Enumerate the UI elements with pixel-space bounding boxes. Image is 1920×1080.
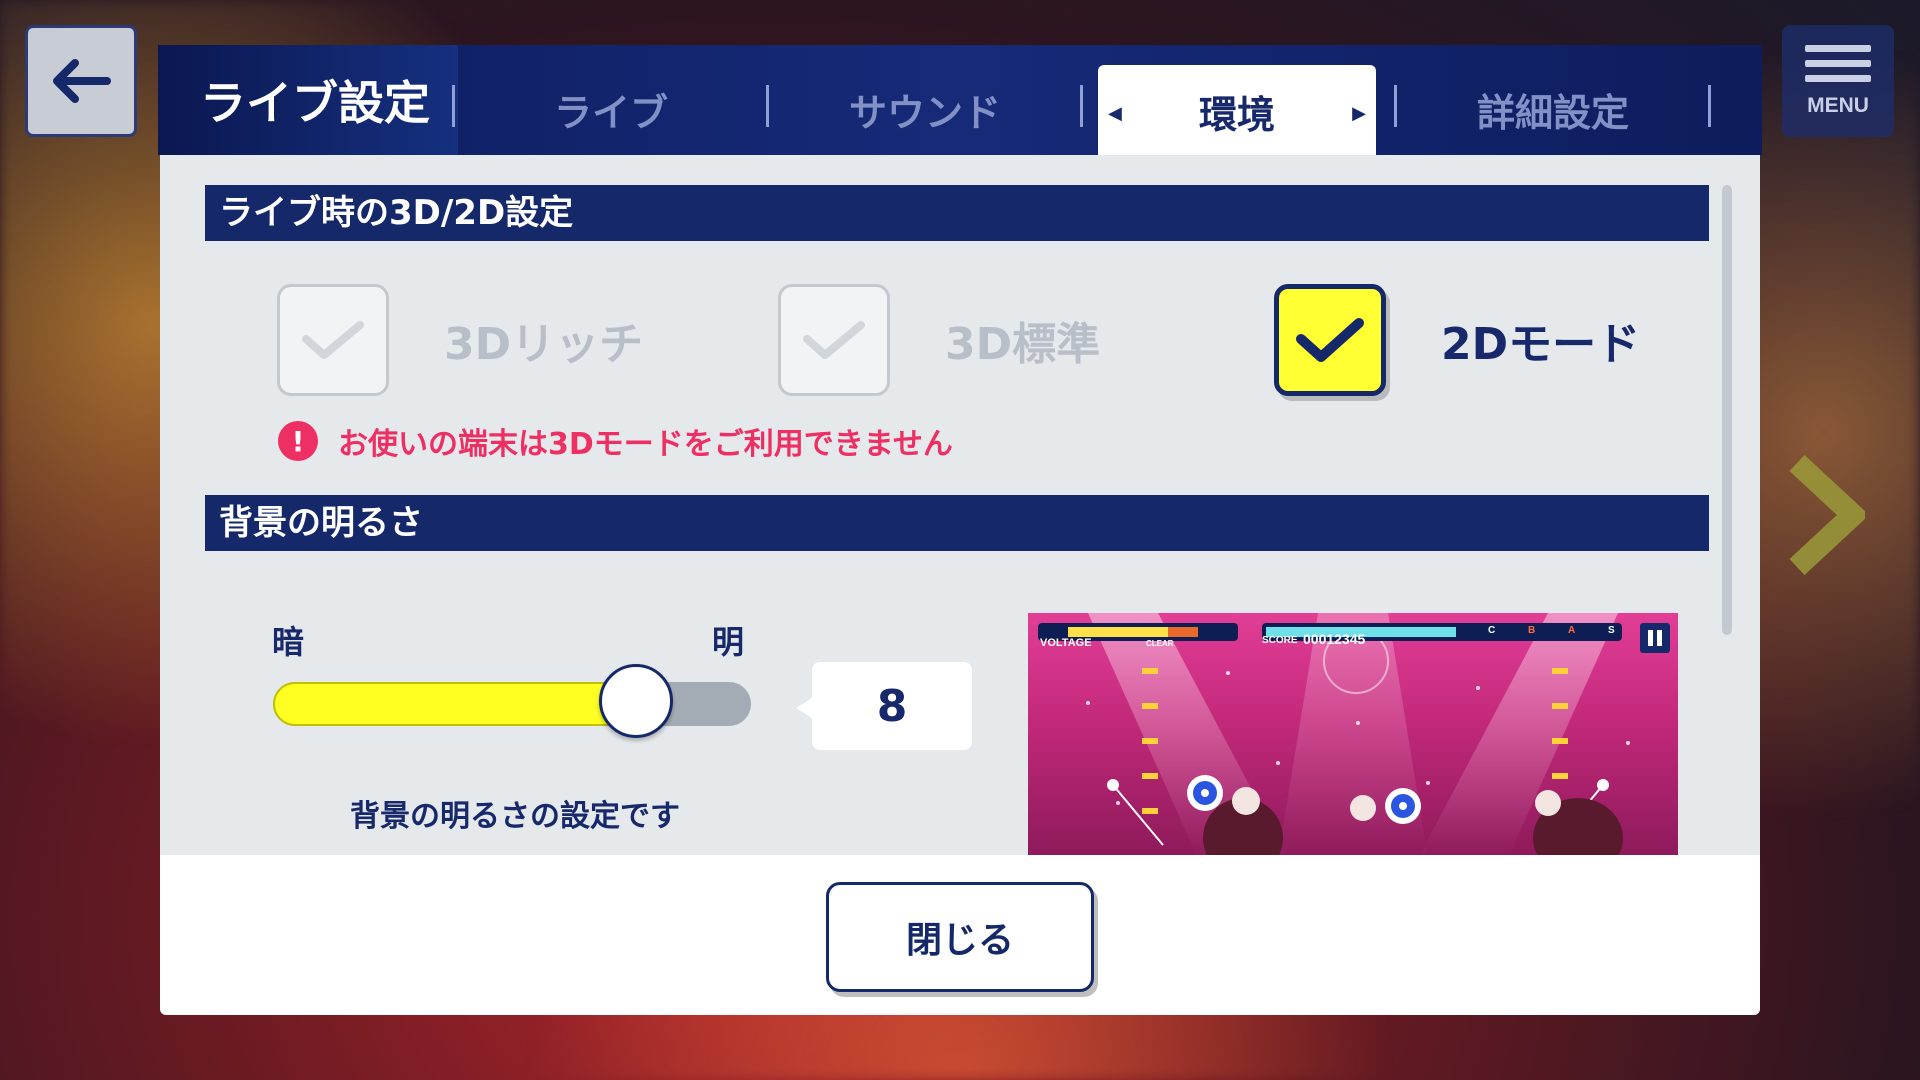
menu-button[interactable]: MENU xyxy=(1782,25,1894,137)
back-button[interactable] xyxy=(25,25,137,137)
option-label: 3D標準 xyxy=(945,319,1101,370)
warning-text: お使いの端末は3Dモードをご利用できません xyxy=(338,427,953,462)
tab-separator xyxy=(1080,85,1083,127)
tab-environment[interactable]: ◀ 環境 ▶ xyxy=(1098,65,1376,157)
hud-rank-c: C xyxy=(1488,625,1496,636)
hud-rank-a: A xyxy=(1568,625,1576,636)
section-header-brightness: 背景の明るさ xyxy=(205,495,1709,551)
tab-environment-label: 環境 xyxy=(1198,92,1275,137)
check-icon xyxy=(803,321,865,359)
section-header-3d2d: ライブ時の3D/2D設定 xyxy=(205,185,1709,241)
tab-sound[interactable]: サウンド xyxy=(768,63,1082,155)
tab-left-triangle-icon: ◀ xyxy=(1108,103,1122,124)
tab-right-triangle-icon: ▶ xyxy=(1352,103,1366,124)
tab-separator xyxy=(1708,85,1711,127)
check-icon xyxy=(302,321,364,359)
back-arrow-icon xyxy=(53,59,111,103)
alert-icon: ! xyxy=(278,421,318,461)
hud-score-value: 00012345 xyxy=(1303,631,1366,647)
slider-fill xyxy=(273,682,646,726)
hud-rank-b: B xyxy=(1528,625,1536,636)
brightness-value: 8 xyxy=(796,662,972,750)
check-icon xyxy=(1296,318,1364,362)
brightness-preview-image: VOLTAGE CLEAR SCORE 00012345 C B A S xyxy=(1028,613,1678,855)
dialog-title: ライブ設定 xyxy=(158,45,458,155)
dialog-footer: 閉じる xyxy=(160,855,1760,1015)
hud-clear-label: CLEAR xyxy=(1146,639,1174,648)
hud-score-label: SCORE xyxy=(1262,635,1298,646)
tab-live[interactable]: ライブ xyxy=(454,63,768,155)
option-2d-mode[interactable]: 2Dモード xyxy=(1274,284,1640,396)
menu-icon-bar xyxy=(1805,44,1871,52)
settings-content: ライブ時の3D/2D設定 3Dリッチ 3D標準 2Dモード ! お使いの端末は3… xyxy=(160,155,1760,855)
brightness-description: 背景の明るさの設定です xyxy=(350,799,680,834)
warning-message: ! お使いの端末は3Dモードをご利用できません xyxy=(278,419,953,463)
menu-icon-bar xyxy=(1805,74,1871,82)
checkbox-2d-mode[interactable] xyxy=(1274,284,1386,396)
tab-bar: ライブ設定 ライブ サウンド ◀ 環境 ▶ 詳細設定 xyxy=(158,45,1762,157)
hud-voltage-label: VOLTAGE xyxy=(1040,637,1092,649)
close-button[interactable]: 閉じる xyxy=(826,882,1094,992)
hud-rank-s: S xyxy=(1608,625,1615,636)
option-3d-rich[interactable]: 3Dリッチ xyxy=(277,284,643,396)
tab-advanced-settings[interactable]: 詳細設定 xyxy=(1396,63,1710,155)
option-3d-standard[interactable]: 3D標準 xyxy=(778,284,1100,396)
scrollbar[interactable] xyxy=(1722,185,1732,635)
menu-icon-bar xyxy=(1805,59,1871,67)
chevron-right-icon xyxy=(1789,454,1870,576)
option-label: 2Dモード xyxy=(1441,319,1641,370)
checkbox-3d-rich[interactable] xyxy=(277,284,389,396)
option-label: 3Dリッチ xyxy=(444,319,644,370)
slider-handle[interactable] xyxy=(599,664,673,738)
slider-min-label: 暗 xyxy=(272,623,305,661)
live-settings-dialog: ライブ設定 ライブ サウンド ◀ 環境 ▶ 詳細設定 ライブ時の3D/2D設定 … xyxy=(158,45,1762,1017)
checkbox-3d-standard[interactable] xyxy=(778,284,890,396)
slider-max-label: 明 xyxy=(712,623,745,661)
brightness-slider[interactable] xyxy=(273,664,751,738)
stage-preview-art xyxy=(1038,613,1670,855)
menu-label: MENU xyxy=(1807,93,1869,117)
next-page-button[interactable] xyxy=(1785,454,1870,579)
